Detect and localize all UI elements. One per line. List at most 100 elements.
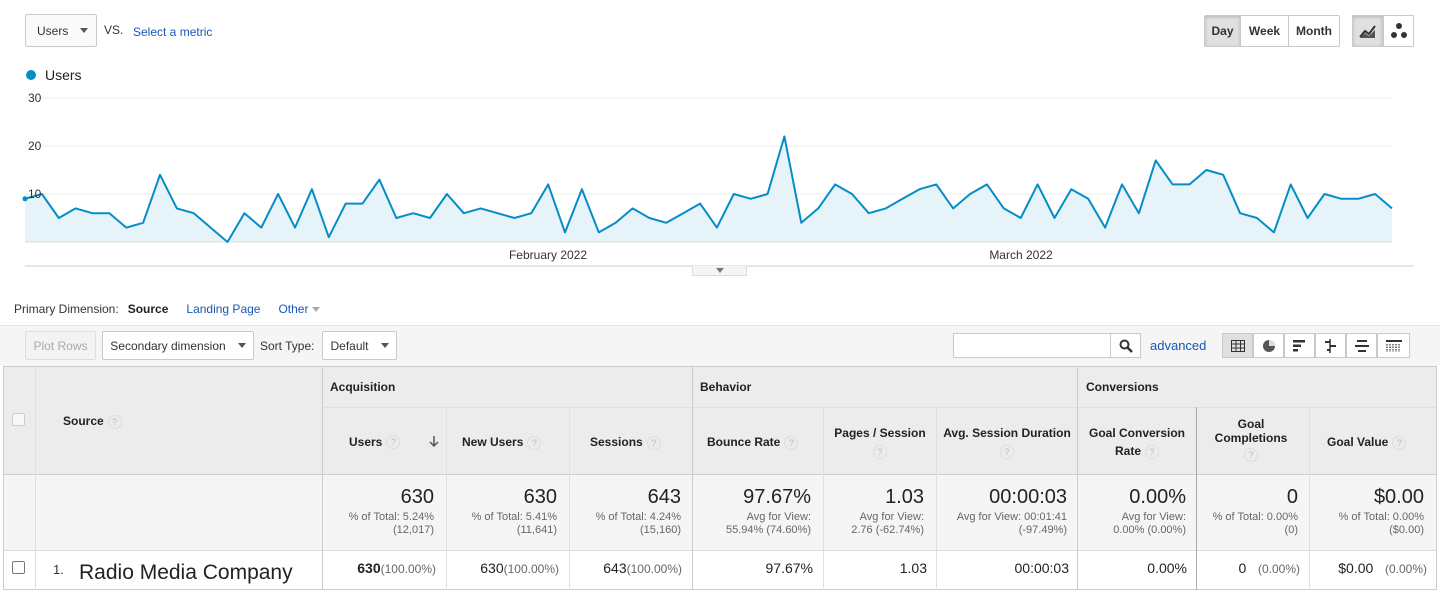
total-sessions: 643 [647,486,681,508]
period-selector: Day Week Month [1204,15,1340,47]
y-tick-label: 30 [28,91,42,105]
row-goal-value: $0.00 (0.00%) [1338,560,1427,576]
conversions-group-header: Conversions [1086,380,1159,394]
performance-view-icon [1292,339,1305,351]
acquisition-group-header: Acquisition [330,380,396,394]
row-checkbox[interactable] [12,561,25,574]
primary-metric-label: Users [37,23,69,38]
primary-metric-dropdown[interactable]: Users [25,14,97,47]
comparison-view-icon [1324,338,1336,353]
month-button[interactable]: Month [1288,15,1340,47]
row-goal-completions: 0 (0.00%) [1238,560,1301,576]
avg-duration-header-label: Avg. Session Duration [943,426,1071,440]
help-icon: ? [386,435,401,449]
x-tick-label: March 2022 [989,248,1053,262]
sessions-column-header[interactable]: Sessions? [590,435,661,450]
sort-type-value: Default [330,338,369,353]
help-icon: ? [1000,444,1014,459]
row-avg-duration: 00:00:03 [1014,560,1070,576]
day-button[interactable]: Day [1204,15,1241,47]
total-users-sub: % of Total: 5.24% (12,017) [348,511,434,536]
help-icon: ? [1145,444,1159,459]
pages-session-column-header[interactable]: Pages / Session? [824,424,936,460]
row-source-link[interactable]: Radio Media Company [79,561,293,585]
dimension-other-label: Other [278,302,309,316]
row-goal-conv-rate: 0.00% [1147,560,1187,576]
table-view-icon [1230,339,1245,352]
sessions-header-label: Sessions [590,435,643,449]
table-view-button[interactable] [1222,333,1253,358]
sort-type-label: Sort Type: [260,339,315,353]
legend-dot-icon [26,70,36,80]
search-button[interactable] [1110,333,1141,358]
data-point [22,196,28,202]
week-button[interactable]: Week [1240,15,1289,47]
sort-type-dropdown[interactable]: Default [322,331,397,360]
help-icon: ? [1244,448,1258,462]
y-tick-label: 20 [28,139,42,153]
total-users: 630 [400,486,434,508]
help-icon: ? [784,435,799,450]
term-cloud-button[interactable] [1346,333,1377,358]
select-all-checkbox[interactable] [12,413,25,426]
term-cloud-icon [1354,339,1369,352]
new-users-column-header[interactable]: New Users? [462,435,542,450]
total-new-users-sub: % of Total: 5.41% (11,641) [471,511,557,536]
users-header-label: Users [349,435,383,449]
plot-rows-button[interactable]: Plot Rows [25,331,96,360]
secondary-dimension-dropdown[interactable]: Secondary dimension [102,331,254,360]
goal-completions-header-label: Goal Completions [1214,417,1288,445]
sort-descending-icon [429,436,439,448]
comparison-view-button[interactable] [1315,333,1346,358]
row-users: 630(100.00%) [357,560,436,576]
chart-collapse-handle[interactable] [692,266,747,276]
bounce-rate-column-header[interactable]: Bounce Rate? [707,435,799,450]
row-new-users: 630(100.00%) [480,560,559,576]
x-tick-label: February 2022 [509,248,587,262]
primary-dimension-label: Primary Dimension: [14,302,119,316]
pages-session-header-label: Pages / Session [834,426,926,440]
line-chart-button[interactable] [1352,15,1383,47]
row-bounce-rate: 97.67% [765,560,813,576]
total-goal-conv-rate-sub: Avg for View: 0.00% (0.00%) [1113,511,1186,536]
chart-legend: Users [26,67,82,83]
total-goal-completions: 0 [1286,486,1298,508]
total-goal-value: $0.00 [1373,486,1424,508]
legend-label-users: Users [45,67,82,83]
pivot-view-button[interactable] [1377,333,1410,358]
total-bounce-rate: 97.67% [743,486,811,508]
select-metric-link[interactable]: Select a metric [133,25,212,39]
goal-conversion-rate-column-header[interactable]: Goal Conversion Rate? [1078,424,1196,460]
behavior-group-header: Behavior [700,380,752,394]
table-search-input[interactable] [953,333,1111,358]
help-icon: ? [527,435,542,450]
row-index: 1. [53,562,64,577]
total-avg-duration-sub: Avg for View: 00:01:41 (-97.49%) [956,511,1067,536]
avg-duration-column-header[interactable]: Avg. Session Duration? [937,424,1077,460]
total-pages-session-sub: Avg for View: 2.76 (-62.74%) [851,511,924,536]
chevron-down-icon [237,343,246,348]
users-line-chart: 10 20 30 February 2022 March 2022 [22,91,1414,267]
dimension-source-active: Source [127,302,169,316]
primary-dimension-bar: Primary Dimension: Source Landing Page O… [14,302,321,316]
pie-view-button[interactable] [1253,333,1284,358]
advanced-link[interactable]: advanced [1150,338,1206,353]
users-column-header[interactable]: Users? [349,435,439,449]
source-column-header[interactable]: Source? [63,414,122,429]
chevron-down-icon [80,28,89,33]
total-sessions-sub: % of Total: 4.24% (15,160) [595,511,681,536]
dimension-other[interactable]: Other [278,302,321,316]
secondary-dimension-label: Secondary dimension [110,338,226,353]
source-column-header-bg [4,367,322,474]
goal-completions-column-header[interactable]: Goal Completions? [1210,417,1292,462]
dimension-landing-page[interactable]: Landing Page [186,302,260,316]
vs-label: VS. [104,23,124,37]
goal-value-column-header[interactable]: Goal Value? [1327,435,1407,450]
chevron-down-icon [715,268,724,273]
total-goal-value-sub: % of Total: 0.00% ($0.00) [1338,511,1424,536]
line-chart-icon [1358,25,1376,38]
motion-chart-button[interactable] [1383,15,1414,47]
performance-view-button[interactable] [1284,333,1315,358]
row-sessions: 643(100.00%) [603,560,682,576]
help-icon: ? [1392,435,1407,450]
